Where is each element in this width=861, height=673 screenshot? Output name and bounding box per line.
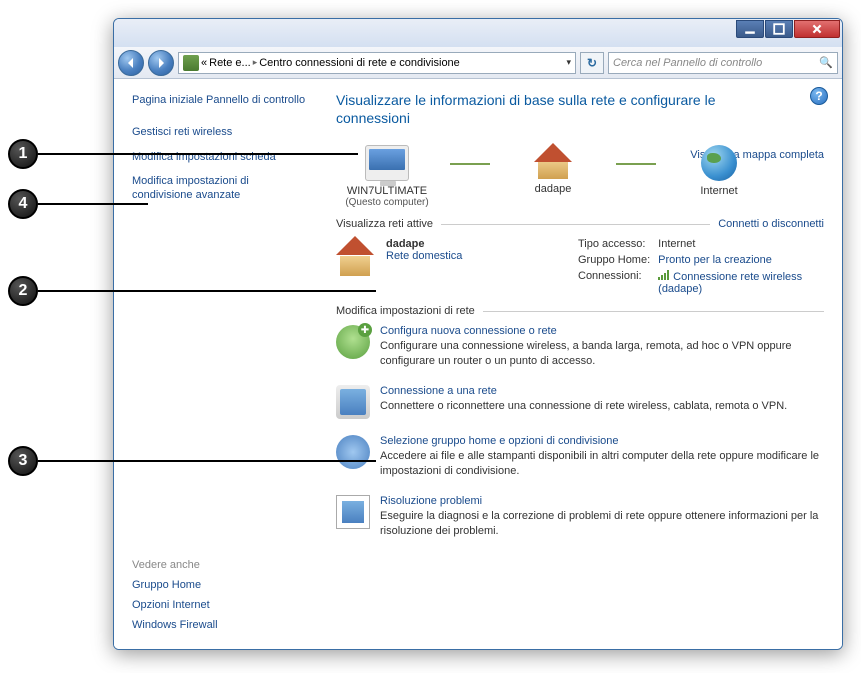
page-title: Visualizzare le informazioni di base sul… xyxy=(336,91,736,127)
see-also-header: Vedere anche xyxy=(132,559,308,571)
wifi-signal-icon xyxy=(658,270,670,280)
house-icon xyxy=(336,238,378,276)
see-also-internet-options[interactable]: Opzioni Internet xyxy=(132,599,308,611)
map-pc-name: WIN7ULTIMATE xyxy=(336,185,438,197)
see-also-homegroup[interactable]: Gruppo Home xyxy=(132,579,308,591)
homegroup-link[interactable]: Pronto per la creazione xyxy=(658,254,824,266)
sidebar-task-wireless[interactable]: Gestisci reti wireless xyxy=(132,125,308,139)
task-homegroup-sharing[interactable]: Selezione gruppo home e opzioni di condi… xyxy=(336,435,824,479)
maximize-button[interactable] xyxy=(765,20,793,38)
active-network-name: dadape xyxy=(386,238,462,250)
close-button[interactable] xyxy=(794,20,840,38)
map-gw-name: dadape xyxy=(502,183,604,195)
map-connection-line xyxy=(450,163,490,165)
active-network-row: dadape Rete domestica Tipo accesso: Inte… xyxy=(336,238,824,295)
navbar: « Rete e... ▸ Centro connessioni di rete… xyxy=(114,47,842,79)
homegroup-label: Gruppo Home: xyxy=(578,254,650,266)
search-placeholder: Cerca nel Pannello di controllo xyxy=(613,57,762,69)
task-new-connection[interactable]: Configura nuova connessione o rete Confi… xyxy=(336,325,824,369)
sidebar: Pagina iniziale Pannello di controllo Ge… xyxy=(114,79,318,649)
breadcrumb-prefix: « xyxy=(201,57,207,69)
minimize-button[interactable] xyxy=(736,20,764,38)
map-pc-sub: (Questo computer) xyxy=(336,197,438,208)
new-connection-icon xyxy=(336,325,370,359)
task-title[interactable]: Connessione a una rete xyxy=(380,385,787,397)
breadcrumb-dropdown[interactable]: ▾ xyxy=(566,57,571,68)
homegroup-icon xyxy=(336,435,370,469)
task-title[interactable]: Selezione gruppo home e opzioni di condi… xyxy=(380,435,824,447)
task-title[interactable]: Configura nuova connessione o rete xyxy=(380,325,824,337)
active-networks-header: Visualizza reti attive xyxy=(336,218,433,230)
back-button[interactable] xyxy=(118,50,144,76)
connections-label: Connessioni: xyxy=(578,270,650,295)
refresh-button[interactable]: ↻ xyxy=(580,52,604,74)
search-icon: 🔍 xyxy=(819,56,833,69)
task-title[interactable]: Risoluzione problemi xyxy=(380,495,824,507)
control-panel-home-link[interactable]: Pagina iniziale Pannello di controllo xyxy=(132,93,308,107)
task-description: Accedere ai file e alle stampanti dispon… xyxy=(380,449,824,479)
search-input[interactable]: Cerca nel Pannello di controllo 🔍 xyxy=(608,52,838,74)
map-node-gateway[interactable]: dadape xyxy=(502,145,604,195)
control-panel-icon xyxy=(183,55,199,71)
callout-badge-2: 2 xyxy=(8,276,38,306)
callout-badge-4: 4 xyxy=(8,189,38,219)
callout-badge-1: 1 xyxy=(8,139,38,169)
breadcrumb-lvl2[interactable]: Centro connessioni di rete e condivision… xyxy=(259,57,460,69)
callout-badge-3: 3 xyxy=(8,446,38,476)
connections-link[interactable]: Connessione rete wireless (dadape) xyxy=(658,270,824,295)
map-net-name: Internet xyxy=(668,185,770,197)
task-troubleshoot[interactable]: Risoluzione problemi Eseguire la diagnos… xyxy=(336,495,824,539)
troubleshoot-icon xyxy=(336,495,370,529)
globe-icon xyxy=(701,145,737,181)
help-icon[interactable]: ? xyxy=(810,87,828,105)
breadcrumb-lvl1[interactable]: Rete e... xyxy=(209,57,251,69)
task-description: Eseguire la diagnosi e la correzione di … xyxy=(380,509,824,539)
map-connection-line xyxy=(616,163,656,165)
task-connect-network[interactable]: Connessione a una rete Connettere o rico… xyxy=(336,385,824,419)
sidebar-task-sharing[interactable]: Modifica impostazioni di condivisione av… xyxy=(132,174,308,203)
network-center-window: « Rete e... ▸ Centro connessioni di rete… xyxy=(113,18,843,650)
active-network-type-link[interactable]: Rete domestica xyxy=(386,250,462,262)
sidebar-task-adapter[interactable]: Modifica impostazioni scheda xyxy=(132,150,308,164)
access-type-label: Tipo accesso: xyxy=(578,238,650,250)
chevron-right-icon: ▸ xyxy=(253,57,258,68)
main-pane: ? Visualizzare le informazioni di base s… xyxy=(318,79,842,649)
task-description: Connettere o riconnettere una connession… xyxy=(380,399,787,414)
connect-network-icon xyxy=(336,385,370,419)
breadcrumb[interactable]: « Rete e... ▸ Centro connessioni di rete… xyxy=(178,52,576,74)
forward-button[interactable] xyxy=(148,50,174,76)
see-also-firewall[interactable]: Windows Firewall xyxy=(132,619,308,631)
access-type-value: Internet xyxy=(658,238,824,250)
change-settings-header: Modifica impostazioni di rete xyxy=(336,305,475,317)
connect-disconnect-link[interactable]: Connetti o disconnetti xyxy=(718,218,824,230)
computer-icon xyxy=(365,145,409,181)
task-description: Configurare una connessione wireless, a … xyxy=(380,339,824,369)
titlebar xyxy=(114,19,842,47)
house-icon xyxy=(534,145,572,179)
